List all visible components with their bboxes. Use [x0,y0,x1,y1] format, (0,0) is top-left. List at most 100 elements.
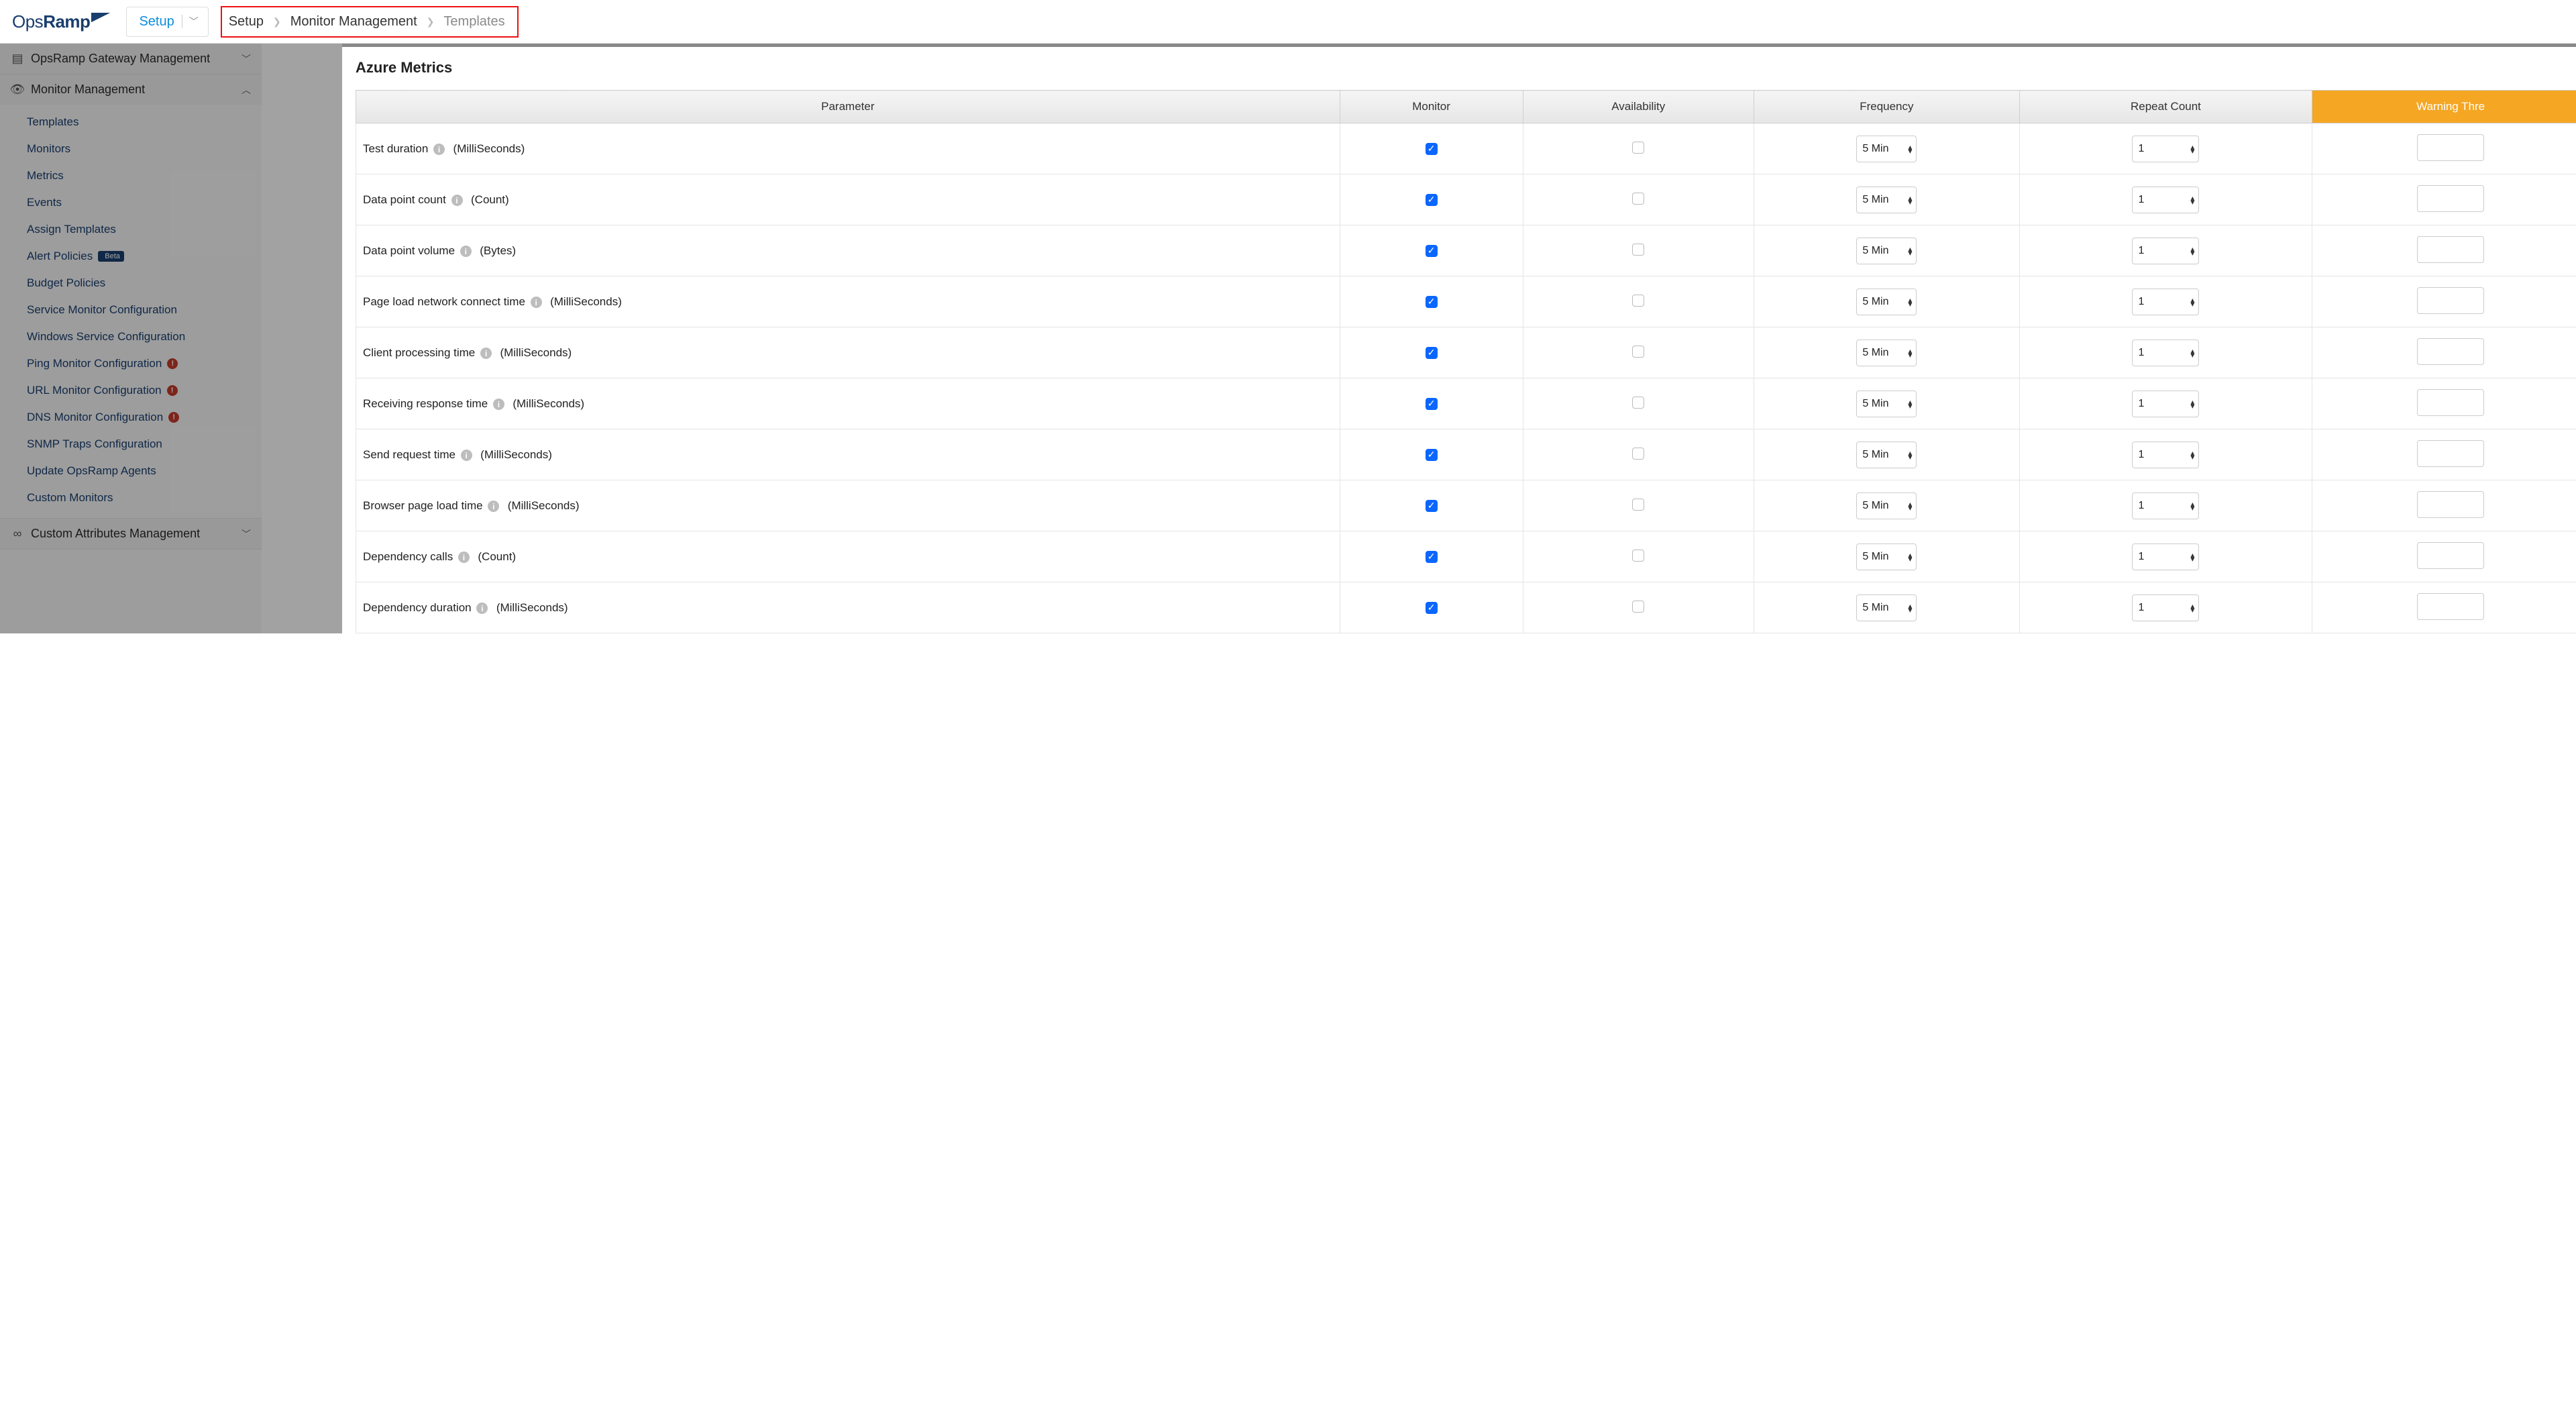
availability-checkbox[interactable] [1632,601,1644,613]
cell-availability [1523,123,1754,174]
repeat-count-input[interactable]: 1▴▾ [2132,543,2199,570]
repeat-count-input[interactable]: 1▴▾ [2132,442,2199,468]
info-icon[interactable]: i [460,246,472,257]
cell-availability [1523,327,1754,378]
repeat-count-input[interactable]: 1▴▾ [2132,492,2199,519]
sidebar-item[interactable]: Ping Monitor Configuration! [0,350,262,377]
availability-checkbox[interactable] [1632,193,1644,205]
sidebar-item[interactable]: Events [0,189,262,216]
warning-threshold-input[interactable] [2417,542,2484,569]
warning-threshold-input[interactable] [2417,185,2484,212]
cell-frequency: 5 Min▴▾ [1754,429,2020,480]
chart-bar-icon: ▤ [11,52,24,66]
frequency-select[interactable]: 5 Min▴▾ [1856,543,1917,570]
warning-threshold-input[interactable] [2417,287,2484,314]
info-icon[interactable]: i [531,297,542,308]
sidebar-item[interactable]: Custom Monitors [0,484,262,511]
info-icon[interactable]: i [493,399,504,410]
warning-threshold-input[interactable] [2417,593,2484,620]
warning-threshold-input[interactable] [2417,134,2484,161]
parameter-name: Page load network connect time [363,295,525,308]
frequency-select[interactable]: 5 Min▴▾ [1856,289,1917,315]
availability-checkbox[interactable] [1632,499,1644,511]
parameter-unit: (Count) [478,550,516,563]
monitor-checkbox[interactable]: ✓ [1426,296,1438,308]
availability-checkbox[interactable] [1632,244,1644,256]
cell-availability [1523,378,1754,429]
info-icon[interactable]: i [461,450,472,461]
info-icon[interactable]: i [433,144,445,155]
frequency-select[interactable]: 5 Min▴▾ [1856,442,1917,468]
availability-checkbox[interactable] [1632,346,1644,358]
sidebar-item[interactable]: Windows Service Configuration [0,323,262,350]
monitor-checkbox[interactable]: ✓ [1426,194,1438,206]
availability-checkbox[interactable] [1632,295,1644,307]
cell-monitor: ✓ [1340,378,1523,429]
sidebar-item[interactable]: SNMP Traps Configuration [0,431,262,458]
info-icon[interactable]: i [480,348,492,359]
sidebar-item-label: Budget Policies [27,276,105,290]
availability-checkbox[interactable] [1632,448,1644,460]
sidebar-item[interactable]: Alert PoliciesBeta [0,243,262,270]
sidebar-item[interactable]: Assign Templates [0,216,262,243]
monitor-checkbox[interactable]: ✓ [1426,500,1438,512]
monitor-checkbox[interactable]: ✓ [1426,347,1438,359]
sidebar-item[interactable]: Templates [0,109,262,136]
monitor-checkbox[interactable]: ✓ [1426,398,1438,410]
frequency-select[interactable]: 5 Min▴▾ [1856,594,1917,621]
cell-availability [1523,276,1754,327]
sidebar-item-label: URL Monitor Configuration [27,384,162,397]
sidebar-group-header[interactable]: ▤OpsRamp Gateway Management﹀ [0,44,262,74]
parameter-unit: (Count) [471,193,509,206]
frequency-select[interactable]: 5 Min▴▾ [1856,187,1917,213]
monitor-checkbox[interactable]: ✓ [1426,143,1438,155]
monitor-checkbox[interactable]: ✓ [1426,551,1438,563]
info-icon[interactable]: i [458,552,470,563]
monitor-checkbox[interactable]: ✓ [1426,449,1438,461]
warning-threshold-input[interactable] [2417,440,2484,467]
sidebar-group-header[interactable]: 👁Monitor Management︿ [0,74,262,105]
repeat-count-input[interactable]: 1▴▾ [2132,136,2199,162]
breadcrumb-item[interactable]: Monitor Management [290,14,417,30]
info-icon[interactable]: i [488,501,499,512]
info-icon[interactable]: i [476,603,488,614]
info-icon[interactable]: i [451,195,463,206]
frequency-select[interactable]: 5 Min▴▾ [1856,136,1917,162]
sidebar-item[interactable]: Service Monitor Configuration [0,297,262,323]
repeat-count-input[interactable]: 1▴▾ [2132,391,2199,417]
repeat-count-input[interactable]: 1▴▾ [2132,594,2199,621]
availability-checkbox[interactable] [1632,142,1644,154]
monitor-checkbox[interactable]: ✓ [1426,245,1438,257]
alert-dot-icon: ! [167,358,178,369]
frequency-select[interactable]: 5 Min▴▾ [1856,492,1917,519]
sidebar-item-label: Metrics [27,169,64,183]
availability-checkbox[interactable] [1632,550,1644,562]
table-row: Client processing time i (MilliSeconds) … [356,327,2576,378]
frequency-select[interactable]: 5 Min▴▾ [1856,391,1917,417]
select-caret-icon: ▴▾ [1908,349,1912,357]
cell-repeat: 1▴▾ [2019,378,2312,429]
warning-threshold-input[interactable] [2417,389,2484,416]
warning-threshold-input[interactable] [2417,491,2484,518]
warning-threshold-input[interactable] [2417,236,2484,263]
repeat-count-input[interactable]: 1▴▾ [2132,238,2199,264]
sidebar-group-header[interactable]: ∞Custom Attributes Management﹀ [0,519,262,549]
repeat-count-input[interactable]: 1▴▾ [2132,289,2199,315]
frequency-select[interactable]: 5 Min▴▾ [1856,238,1917,264]
sidebar-item[interactable]: Monitors [0,136,262,162]
parameter-unit: (MilliSeconds) [453,142,525,155]
warning-threshold-input[interactable] [2417,338,2484,365]
repeat-count-input[interactable]: 1▴▾ [2132,187,2199,213]
sidebar-item[interactable]: Update OpsRamp Agents [0,458,262,484]
breadcrumb-item[interactable]: Setup [229,14,264,30]
sidebar-item[interactable]: URL Monitor Configuration! [0,377,262,404]
availability-checkbox[interactable] [1632,397,1644,409]
sidebar-item[interactable]: Budget Policies [0,270,262,297]
setup-dropdown[interactable]: Setup ﹀ [126,7,208,37]
monitor-checkbox[interactable]: ✓ [1426,602,1438,614]
repeat-count-input[interactable]: 1▴▾ [2132,340,2199,366]
sidebar-item[interactable]: Metrics [0,162,262,189]
cell-frequency: 5 Min▴▾ [1754,327,2020,378]
sidebar-item[interactable]: DNS Monitor Configuration! [0,404,262,431]
frequency-select[interactable]: 5 Min▴▾ [1856,340,1917,366]
